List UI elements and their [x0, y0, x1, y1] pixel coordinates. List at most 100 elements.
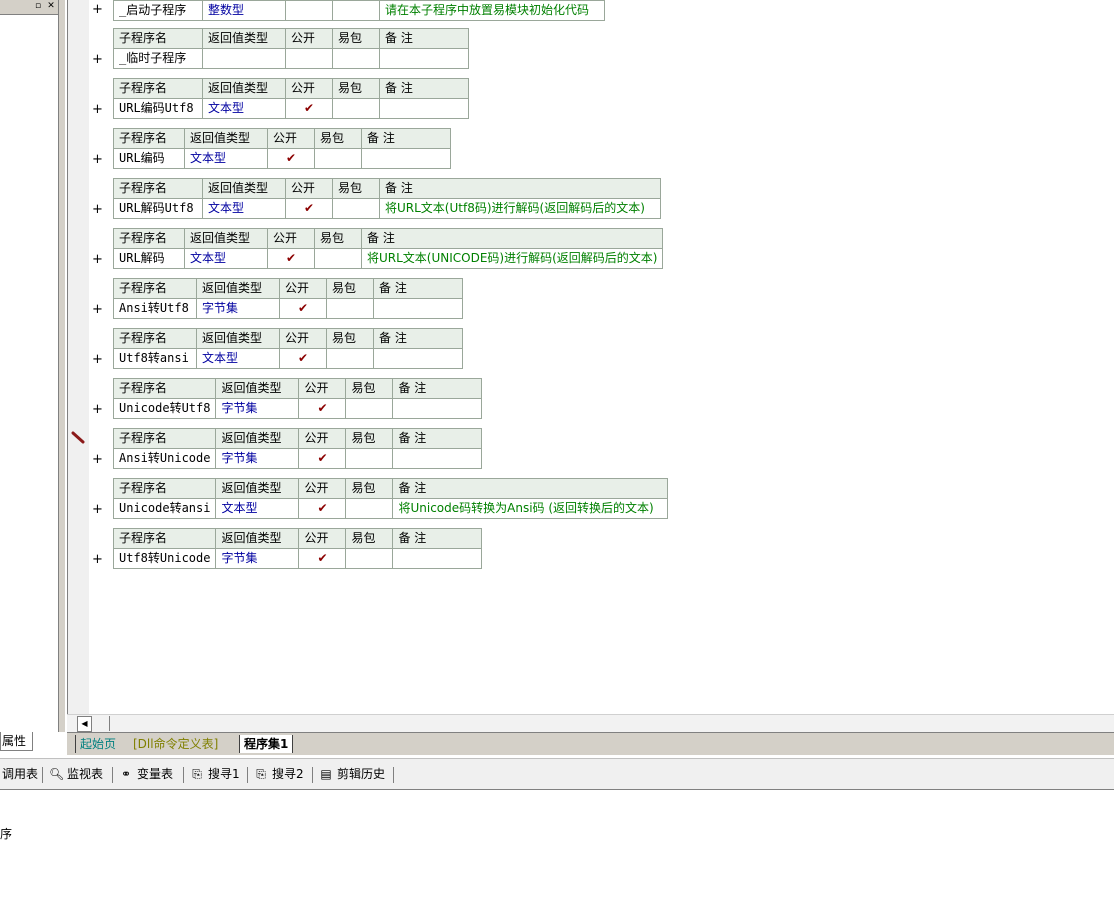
cell-remark[interactable] [373, 298, 463, 319]
cell-remark[interactable] [379, 48, 469, 69]
easy-pkg-cell[interactable] [332, 198, 380, 219]
cell-type[interactable]: 文本型 [196, 348, 280, 369]
cell-type[interactable]: 文本型 [215, 498, 300, 519]
cell-name[interactable]: _启动子程序 [113, 0, 203, 21]
expand-plus-icon[interactable]: + [92, 303, 103, 317]
expand-plus-icon[interactable]: + [92, 503, 103, 517]
output-panel[interactable]: 序 [0, 790, 1114, 914]
table-row[interactable]: URL编码Utf8 文本型 ✔ [113, 98, 469, 119]
cell-type[interactable]: 整数型 [202, 0, 286, 21]
tab-clip-history[interactable]: ▤ 剪辑历史 [319, 765, 385, 783]
cell-remark[interactable] [392, 448, 483, 469]
cell-name[interactable]: Ansi转Utf8 [113, 298, 197, 319]
tab-watch-table[interactable]: 🔍︎ 监视表 [49, 765, 103, 783]
expand-plus-icon[interactable]: + [92, 403, 103, 417]
easy-pkg-cell[interactable] [314, 148, 362, 169]
table-row[interactable]: Utf8转ansi 文本型 ✔ [113, 348, 463, 369]
public-check-icon[interactable] [285, 0, 333, 21]
tab-search2[interactable]: ⎘ 搜寻2 [254, 765, 303, 783]
public-check-icon[interactable]: ✔ [285, 198, 333, 219]
cell-remark[interactable] [392, 548, 483, 569]
cell-remark[interactable]: 将URL文本(UNICODE码)进行解码(返回解码后的文本) [360, 248, 664, 269]
attribute-tab[interactable]: 属性 [0, 732, 33, 751]
tab-start-page[interactable]: 起始页 [75, 735, 120, 753]
easy-pkg-cell[interactable] [345, 448, 394, 469]
public-check-icon[interactable]: ✔ [298, 398, 347, 419]
tab-search1[interactable]: ⎘ 搜寻1 [190, 765, 239, 783]
expand-plus-icon[interactable]: + [92, 353, 103, 367]
tab-variable-table[interactable]: ⚭ 变量表 [119, 765, 173, 783]
cell-name[interactable]: Unicode转Utf8 [112, 398, 217, 419]
cell-name[interactable]: Utf8转Unicode [112, 548, 217, 569]
table-row[interactable]: URL解码 文本型 ✔ 将URL文本(UNICODE码)进行解码(返回解码后的文本) [113, 248, 664, 269]
public-check-icon[interactable]: ✔ [298, 498, 347, 519]
table-row[interactable]: Ansi转Utf8 字节集 ✔ [113, 298, 463, 319]
public-check-icon[interactable]: ✔ [267, 148, 315, 169]
easy-pkg-cell[interactable] [326, 348, 374, 369]
cell-name[interactable]: URL解码 [113, 248, 185, 269]
public-check-icon[interactable]: ✔ [298, 448, 347, 469]
cell-remark[interactable] [379, 98, 469, 119]
close-icon[interactable]: ✕ [46, 1, 56, 11]
cell-remark[interactable]: 请在本子程序中放置易模块初始化代码 [379, 0, 605, 21]
cell-type[interactable]: 文本型 [184, 248, 268, 269]
cell-type[interactable]: 字节集 [215, 548, 300, 569]
easy-pkg-cell[interactable] [345, 498, 394, 519]
cell-remark[interactable] [361, 148, 451, 169]
expand-plus-icon[interactable]: + [92, 253, 103, 267]
table-row[interactable]: Ansi转Unicode 字节集 ✔ [112, 448, 483, 469]
expand-plus-icon[interactable]: + [92, 203, 103, 217]
cell-name[interactable]: URL解码Utf8 [113, 198, 203, 219]
tab-call-table[interactable]: 调用表 [2, 765, 38, 783]
table-row[interactable]: Unicode转ansi 文本型 ✔ 将Unicode码转换为Ansi码 (返回转换后… [112, 498, 669, 519]
public-check-icon[interactable]: ✔ [298, 548, 347, 569]
easy-pkg-cell[interactable] [314, 248, 362, 269]
table-row[interactable]: Unicode转Utf8 字节集 ✔ [112, 398, 483, 419]
easy-pkg-cell[interactable] [345, 548, 394, 569]
cell-type[interactable]: 文本型 [184, 148, 268, 169]
cell-type[interactable]: 字节集 [215, 448, 300, 469]
expand-plus-icon[interactable]: + [92, 103, 103, 117]
cell-remark[interactable] [392, 398, 483, 419]
expand-plus-icon[interactable]: + [92, 3, 103, 17]
horizontal-scrollbar[interactable]: ◀ [67, 714, 1114, 733]
expand-plus-icon[interactable]: + [92, 553, 103, 567]
public-check-icon[interactable]: ✔ [285, 98, 333, 119]
easy-pkg-cell[interactable] [332, 0, 380, 21]
cell-name[interactable]: URL编码Utf8 [113, 98, 203, 119]
table-row[interactable]: _临时子程序 [113, 48, 469, 69]
tab-program-set[interactable]: 程序集1 [239, 735, 294, 753]
restore-icon[interactable]: ▫ [33, 1, 43, 11]
cell-remark[interactable]: 将URL文本(Utf8码)进行解码(返回解码后的文本) [379, 198, 661, 219]
table-row[interactable]: URL编码 文本型 ✔ [113, 148, 451, 169]
table-row[interactable]: _启动子程序 整数型 请在本子程序中放置易模块初始化代码 [113, 0, 605, 21]
cell-name[interactable]: Utf8转ansi [113, 348, 197, 369]
cell-type[interactable]: 文本型 [202, 98, 286, 119]
expand-plus-icon[interactable]: + [92, 453, 103, 467]
cell-remark[interactable] [373, 348, 463, 369]
public-check-icon[interactable]: ✔ [279, 348, 327, 369]
tab-dll-commands[interactable]: [Dll命令定义表] [129, 735, 222, 753]
scroll-left-arrow-icon[interactable]: ◀ [77, 716, 92, 732]
cell-name[interactable]: URL编码 [113, 148, 185, 169]
public-check-icon[interactable] [285, 48, 333, 69]
table-row[interactable]: Utf8转Unicode 字节集 ✔ [112, 548, 483, 569]
cell-type[interactable]: 文本型 [202, 198, 286, 219]
cell-name[interactable]: Ansi转Unicode [112, 448, 217, 469]
easy-pkg-cell[interactable] [345, 398, 394, 419]
easy-pkg-cell[interactable] [326, 298, 374, 319]
cell-type[interactable]: 字节集 [215, 398, 300, 419]
cell-name[interactable]: _临时子程序 [113, 48, 203, 69]
expand-plus-icon[interactable]: + [92, 53, 103, 67]
easy-pkg-cell[interactable] [332, 48, 380, 69]
easy-pkg-cell[interactable] [332, 98, 380, 119]
table-row[interactable]: URL解码Utf8 文本型 ✔ 将URL文本(Utf8码)进行解码(返回解码后的文本) [113, 198, 661, 219]
cell-remark[interactable]: 将Unicode码转换为Ansi码 (返回转换后的文本) [392, 498, 669, 519]
public-check-icon[interactable]: ✔ [267, 248, 315, 269]
splitter[interactable] [59, 0, 65, 732]
cell-type[interactable]: 字节集 [196, 298, 280, 319]
cell-type[interactable] [202, 48, 286, 69]
expand-plus-icon[interactable]: + [92, 153, 103, 167]
public-check-icon[interactable]: ✔ [279, 298, 327, 319]
cell-name[interactable]: Unicode转ansi [112, 498, 217, 519]
